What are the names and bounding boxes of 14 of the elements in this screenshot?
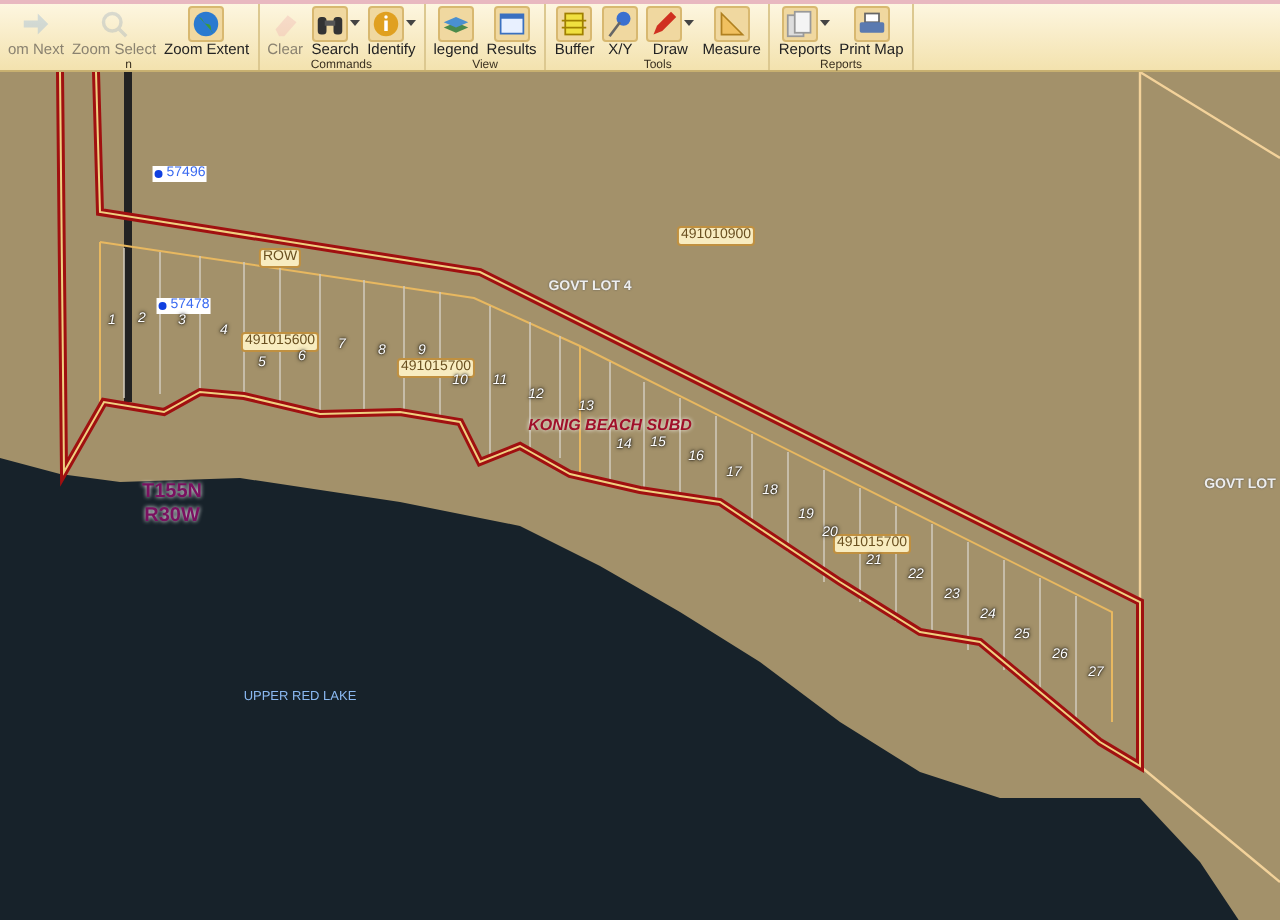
info-icon (371, 9, 400, 37)
window-icon (497, 9, 526, 37)
globe-icon (192, 9, 221, 37)
pin-icon (606, 9, 635, 37)
magnifier-icon (99, 9, 128, 37)
ruler-icon (717, 9, 746, 37)
pencil-icon (650, 9, 679, 37)
township-label: R30W (144, 505, 200, 527)
documents-icon (785, 9, 813, 37)
arrow-icon (21, 9, 50, 37)
subdivision-label: KONIG BEACH SUBD (528, 418, 692, 434)
buffer-icon (560, 9, 589, 37)
township-label: T155N (142, 481, 202, 503)
printer-icon (857, 9, 886, 37)
